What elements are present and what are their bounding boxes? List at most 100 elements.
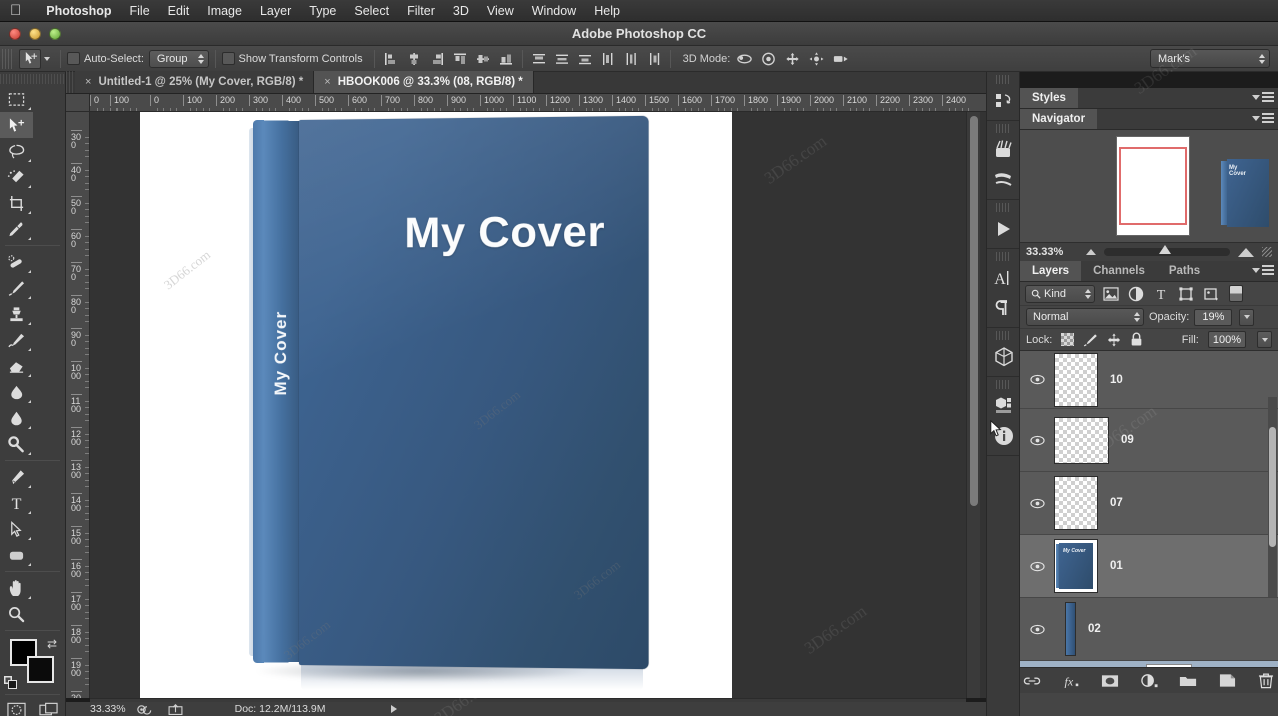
eraser-tool-icon[interactable] (0, 353, 33, 379)
opacity-dropdown-caret-icon[interactable] (1239, 308, 1255, 326)
3d-slide-icon[interactable] (808, 51, 825, 67)
align-bottom-edges-icon[interactable] (496, 49, 516, 69)
fill-dropdown-caret-icon[interactable] (1257, 331, 1272, 348)
navigator-panel-menu-button[interactable] (1252, 113, 1274, 123)
gradient-tool-icon[interactable] (0, 379, 33, 405)
workspace-switcher[interactable]: Mark's (1150, 49, 1270, 68)
navigator-preview[interactable]: My Cover (1020, 130, 1278, 242)
brush-settings-icon[interactable] (987, 165, 1021, 195)
paragraph-icon[interactable] (987, 293, 1021, 323)
lock-position-icon[interactable] (1107, 332, 1121, 347)
screen-mode-icon[interactable] (33, 698, 66, 716)
layer-visibility-toggle[interactable] (1026, 624, 1048, 635)
character-icon[interactable]: A (987, 263, 1021, 293)
zoom-tool-icon[interactable] (0, 601, 33, 627)
menu-item-3d[interactable]: 3D (444, 4, 478, 18)
panel-resize-grip[interactable] (1262, 247, 1272, 257)
dock-grip[interactable] (996, 252, 1010, 261)
move-tool-icon[interactable] (19, 48, 41, 69)
clone-stamp-tool-icon[interactable] (0, 301, 33, 327)
table-row[interactable]: 07 (1020, 472, 1278, 535)
brush-tool-icon[interactable] (0, 275, 33, 301)
default-colors-icon[interactable] (4, 676, 17, 689)
zoom-in-icon[interactable] (1238, 247, 1254, 257)
menu-item-image[interactable]: Image (198, 4, 251, 18)
menu-item-type[interactable]: Type (300, 4, 345, 18)
history-icon[interactable] (987, 86, 1021, 116)
layer-visibility-toggle[interactable] (1026, 498, 1048, 509)
distribute-top-edges-icon[interactable] (529, 49, 549, 69)
3d-pan-icon[interactable] (784, 51, 801, 67)
layer-style-icon[interactable]: fx (1062, 672, 1080, 690)
scrollbar-thumb[interactable] (970, 116, 978, 506)
crop-tool-icon[interactable] (0, 190, 33, 216)
lock-transparent-pixels-icon[interactable] (1061, 333, 1075, 346)
filter-smart-object-icon[interactable] (1202, 285, 1220, 303)
distribute-horizontal-centers-icon[interactable] (621, 49, 641, 69)
filter-shape-icon[interactable] (1177, 285, 1195, 303)
new-adjustment-layer-icon[interactable] (1140, 672, 1158, 690)
fill-value[interactable]: 100% (1207, 331, 1246, 348)
distribute-right-edges-icon[interactable] (644, 49, 664, 69)
show-transform-controls-checkbox[interactable] (221, 52, 235, 65)
menu-item-layer[interactable]: Layer (251, 4, 300, 18)
layers-panel-menu-button[interactable] (1252, 265, 1274, 275)
tab-bar-grip[interactable] (66, 71, 75, 93)
close-icon[interactable]: × (324, 76, 330, 88)
table-row[interactable] (1020, 661, 1278, 667)
navigator-zoom-slider[interactable] (1104, 245, 1230, 256)
align-left-edges-icon[interactable] (381, 49, 401, 69)
slider-knob[interactable] (1159, 245, 1172, 254)
lasso-tool-icon[interactable] (0, 138, 33, 164)
new-layer-icon[interactable] (1218, 672, 1236, 690)
lock-image-pixels-icon[interactable] (1083, 333, 1098, 347)
layer-visibility-toggle[interactable] (1026, 561, 1048, 572)
spot-healing-brush-tool-icon[interactable] (0, 249, 33, 275)
tool-preset-caret-down-icon[interactable] (44, 56, 50, 61)
3d-roll-icon[interactable] (760, 51, 777, 67)
quick-selection-tool-icon[interactable] (0, 164, 33, 190)
document-tab-untitled-1[interactable]: × Untitled-1 @ 25% (My Cover, RGB/8) * (75, 71, 315, 93)
layer-thumbnail[interactable] (1065, 602, 1076, 656)
3d-orbit-icon[interactable] (736, 51, 753, 67)
scrollbar-thumb[interactable] (1269, 427, 1276, 547)
zoom-out-icon[interactable] (1086, 249, 1096, 255)
delete-layer-icon[interactable] (1257, 672, 1275, 690)
menu-item-window[interactable]: Window (523, 4, 585, 18)
blend-mode-dropdown[interactable]: Normal (1026, 308, 1144, 326)
hand-tool-icon[interactable] (0, 575, 33, 601)
tab-navigator[interactable]: Navigator (1020, 109, 1098, 129)
navigator-view-box[interactable] (1119, 147, 1187, 225)
dock-grip[interactable] (996, 75, 1010, 84)
3d-scale-icon[interactable] (832, 51, 851, 67)
filter-type-icon[interactable]: T (1152, 285, 1170, 303)
menu-item-select[interactable]: Select (345, 4, 398, 18)
horizontal-type-tool-icon[interactable]: T (0, 490, 33, 516)
move-tool-icon[interactable] (0, 112, 33, 138)
dodge-tool-icon[interactable] (0, 431, 33, 457)
options-bar-grip[interactable] (2, 48, 12, 69)
3d-icon[interactable] (987, 342, 1021, 372)
dock-grip[interactable] (996, 380, 1010, 389)
eyedropper-tool-icon[interactable] (0, 216, 33, 242)
menu-item-edit[interactable]: Edit (159, 4, 199, 18)
swap-colors-icon[interactable]: ⇄ (47, 637, 57, 651)
distribute-vertical-centers-icon[interactable] (552, 49, 572, 69)
menu-item-view[interactable]: View (478, 4, 523, 18)
ruler-origin-corner[interactable] (66, 94, 90, 112)
distribute-left-edges-icon[interactable] (598, 49, 618, 69)
tab-layers[interactable]: Layers (1020, 261, 1082, 281)
layer-mask-icon[interactable] (1101, 672, 1119, 690)
canvas-vertical-scrollbar[interactable] (966, 112, 980, 698)
menu-item-file[interactable]: File (121, 4, 159, 18)
table-row[interactable]: 10 (1020, 351, 1278, 409)
layer-filter-kind-dropdown[interactable]: Kind (1025, 284, 1095, 303)
share-icon[interactable] (168, 703, 183, 715)
background-color-swatch[interactable] (27, 656, 54, 683)
layer-visibility-toggle[interactable] (1026, 374, 1048, 385)
navigator-zoom-value[interactable]: 33.33% (1026, 246, 1078, 258)
align-right-edges-icon[interactable] (427, 49, 447, 69)
dock-grip[interactable] (996, 203, 1010, 212)
auto-select-checkbox[interactable] (67, 52, 80, 65)
tab-channels[interactable]: Channels (1081, 261, 1157, 281)
